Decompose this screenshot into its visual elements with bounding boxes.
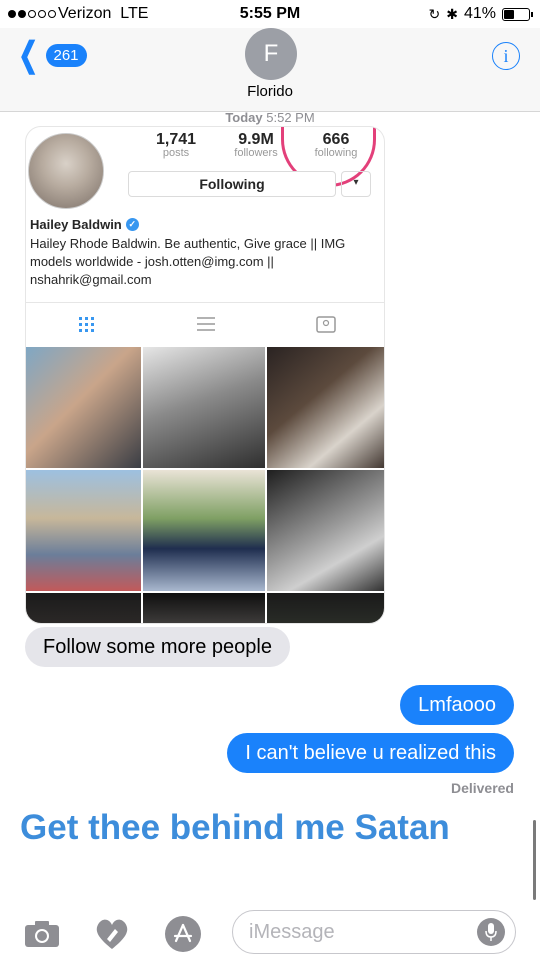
digital-touch-button[interactable] (92, 914, 132, 954)
heart-touch-icon (96, 919, 128, 949)
rotation-lock-icon: ↻ (428, 5, 441, 22)
photo-thumbnail (267, 593, 384, 623)
conversation-header: ❮ 261 F Florido i (0, 28, 540, 112)
chevron-left-icon: ❮ (18, 36, 39, 74)
imessage-input[interactable]: iMessage (232, 910, 516, 954)
unread-count-badge: 261 (45, 43, 87, 67)
photo-thumbnail (267, 347, 384, 468)
battery-fill (504, 9, 514, 19)
app-store-icon (165, 916, 201, 952)
camera-button[interactable] (22, 914, 62, 954)
bluetooth-icon: ✱ (446, 5, 458, 22)
sent-message-bubble[interactable]: I can't believe u realized this (227, 733, 514, 773)
photo-thumbnail (26, 593, 141, 623)
contact-avatar[interactable]: F (245, 28, 297, 80)
dropdown-arrow-icon: ▾ (341, 171, 371, 197)
tagged-photos-icon (316, 316, 336, 333)
photo-thumbnail (26, 347, 141, 468)
profile-bio: Hailey Rhode Baldwin. Be authentic, Give… (30, 236, 346, 287)
image-message-bubble[interactable]: 1,741 posts 9.9M followers 666 following… (25, 126, 385, 624)
photo-thumbnail (143, 347, 265, 468)
divider (26, 302, 384, 303)
overlay-caption: Get thee behind me Satan (20, 808, 450, 847)
photo-grid (26, 347, 384, 623)
battery-percent: 41% (463, 5, 496, 22)
photo-thumbnail (267, 470, 384, 591)
stat-posts: 1,741 posts (155, 131, 197, 160)
sent-message-bubble[interactable]: Lmfaooo (400, 685, 514, 725)
received-message-bubble[interactable]: Follow some more people (25, 627, 290, 667)
app-store-button[interactable] (163, 914, 203, 954)
microphone-icon (485, 923, 497, 941)
profile-photo (28, 133, 104, 209)
message-timestamp: Today 5:52 PM (225, 110, 315, 125)
contact-name[interactable]: Florido (0, 83, 540, 100)
imessage-placeholder: iMessage (249, 921, 335, 943)
info-button[interactable]: i (492, 42, 520, 70)
list-view-icon (197, 317, 215, 331)
photo-thumbnail (143, 593, 265, 623)
status-bar: Verizon LTE 5:55 PM ↻ ✱ 41% (0, 0, 540, 28)
profile-name: Hailey Baldwin ✓ (30, 217, 139, 232)
grid-view-icon (79, 317, 94, 332)
verified-badge-icon: ✓ (125, 218, 139, 231)
info-icon: i (503, 45, 509, 66)
photo-thumbnail (143, 470, 265, 591)
status-right: ↻ ✱ 41% (428, 5, 533, 23)
photo-thumbnail (26, 470, 141, 591)
back-button[interactable]: ❮ 261 (14, 36, 87, 74)
profile-tabs (26, 307, 384, 341)
microphone-button[interactable] (477, 918, 505, 946)
scrollbar[interactable] (533, 820, 536, 900)
message-input-bar: iMessage (0, 900, 540, 960)
delivered-status: Delivered (450, 780, 514, 796)
battery-icon (502, 7, 533, 21)
camera-icon (25, 921, 59, 947)
following-button: Following (128, 171, 336, 197)
